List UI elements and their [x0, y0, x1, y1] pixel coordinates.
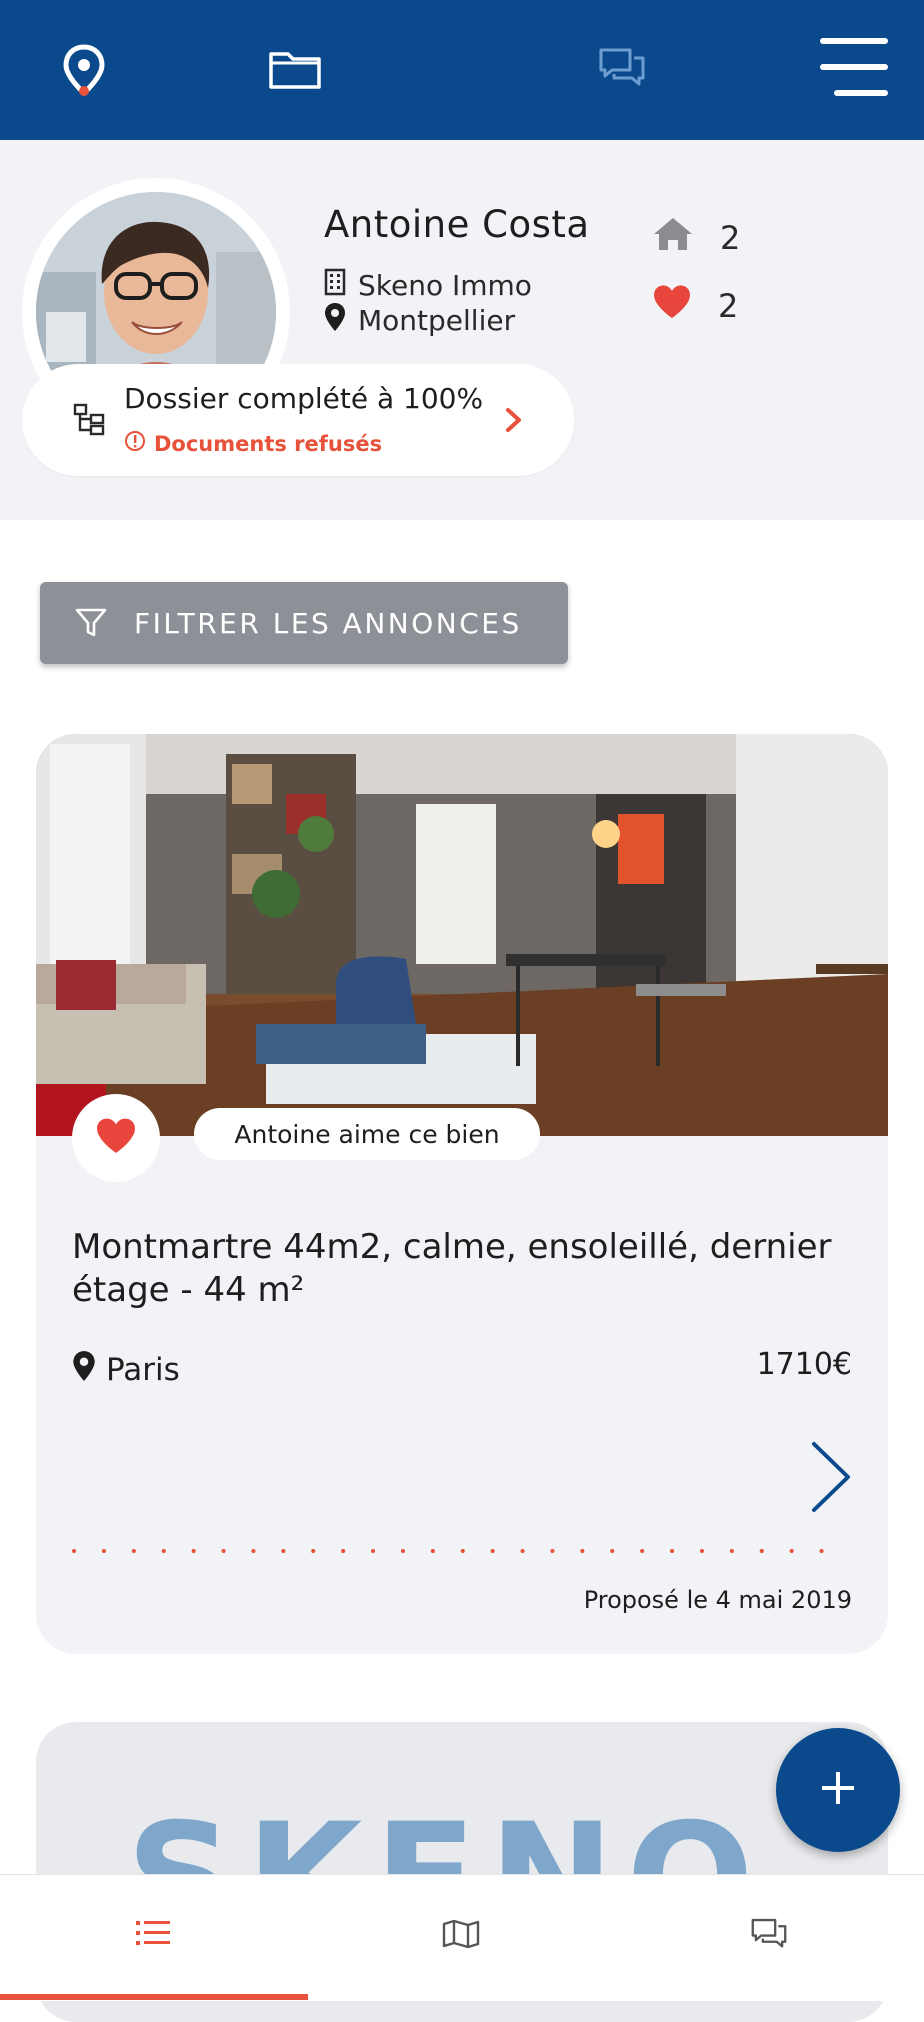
favorite-toggle-button[interactable]	[72, 1094, 160, 1182]
location-pin-icon	[72, 1350, 96, 1390]
chat-icon[interactable]	[598, 46, 646, 94]
location-pin-icon	[324, 302, 346, 339]
folder-icon[interactable]	[268, 48, 322, 94]
listing-price: 1710€	[756, 1347, 852, 1382]
house-icon	[652, 216, 694, 260]
top-app-bar	[0, 0, 924, 140]
profile-name: Antoine Costa	[324, 203, 590, 246]
dotted-divider	[72, 1540, 852, 1553]
warning-circle-icon	[124, 430, 146, 457]
listing-city-row: Paris	[72, 1350, 180, 1390]
city-row: Montpellier	[324, 302, 515, 339]
chat-icon[interactable]	[750, 1917, 788, 1955]
chevron-right-icon[interactable]	[808, 1440, 854, 1518]
folder-tree-icon	[72, 402, 106, 440]
houses-stat: 2	[652, 216, 740, 260]
agency-row: Skeno Immo	[324, 268, 532, 303]
houses-count: 2	[720, 219, 741, 257]
hamburger-menu-icon[interactable]	[820, 36, 888, 102]
city-label: Montpellier	[358, 304, 516, 337]
listing-title[interactable]: Montmartre 44m2, calme, ensoleillé, dern…	[72, 1226, 832, 1312]
heart-icon	[94, 1117, 138, 1159]
bottom-navigation	[0, 1874, 924, 2001]
filter-listings-label: FILTRER LES ANNONCES	[134, 606, 522, 640]
list-icon[interactable]	[136, 1919, 170, 1951]
dossier-warning: Documents refusés	[124, 430, 382, 457]
favorites-stat: 2	[652, 284, 738, 328]
agency-label: Skeno Immo	[358, 269, 532, 302]
dossier-warning-label: Documents refusés	[154, 431, 383, 456]
map-icon[interactable]	[442, 1919, 480, 1953]
building-icon	[324, 268, 346, 303]
active-tab-indicator	[0, 1994, 308, 2000]
plus-icon	[820, 1770, 856, 1810]
add-button[interactable]	[776, 1728, 900, 1852]
favorites-count: 2	[718, 287, 739, 325]
listing-city: Paris	[106, 1352, 180, 1388]
heart-icon	[652, 284, 692, 328]
listing-photo[interactable]	[36, 734, 888, 1136]
chevron-right-icon[interactable]	[504, 406, 524, 438]
filter-listings-button[interactable]: FILTRER LES ANNONCES	[40, 582, 568, 664]
filter-funnel-icon	[74, 607, 108, 639]
location-pin-icon[interactable]	[62, 44, 106, 102]
listing-proposed-date: Proposé le 4 mai 2019	[583, 1586, 852, 1614]
liked-by-badge: Antoine aime ce bien	[194, 1108, 540, 1160]
dossier-title: Dossier complété à 100%	[124, 382, 484, 415]
